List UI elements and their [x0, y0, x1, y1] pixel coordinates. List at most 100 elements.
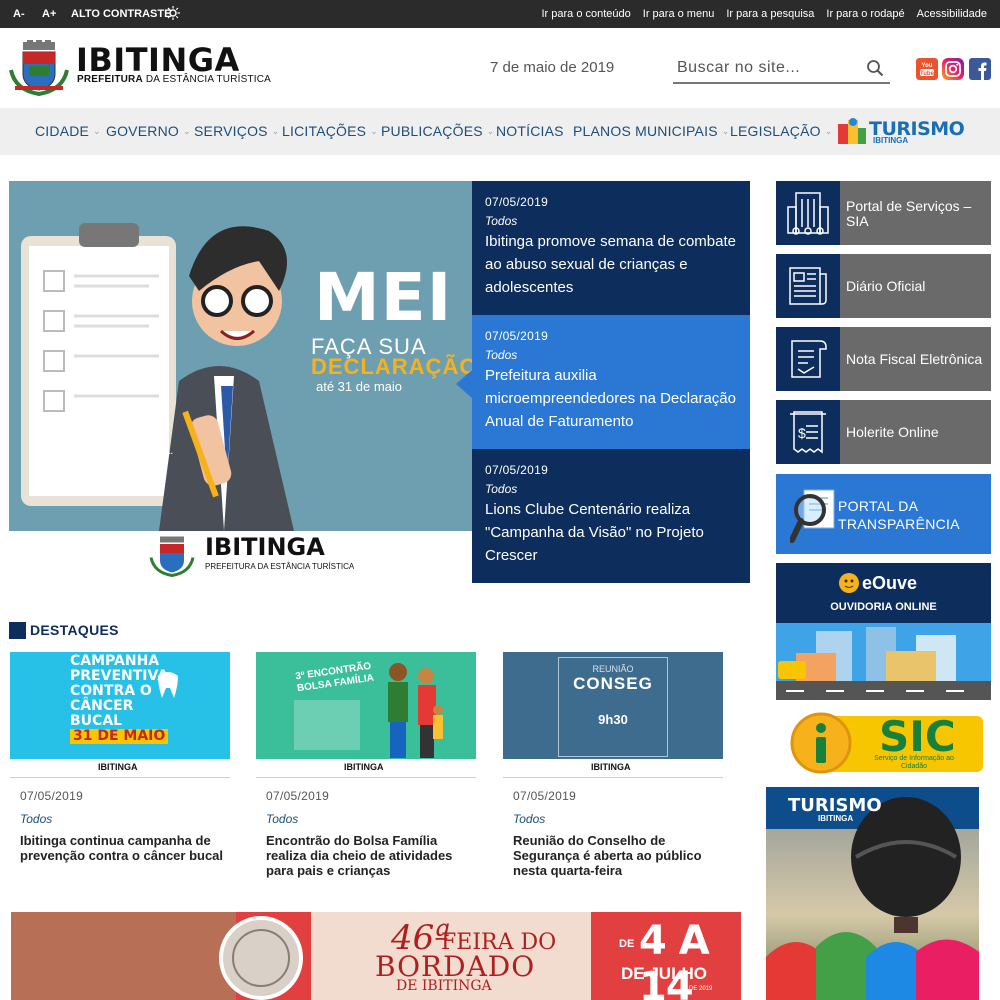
bordado-de: DE [619, 938, 635, 950]
news-category[interactable]: Todos [485, 348, 738, 362]
card-category[interactable]: Todos [513, 812, 545, 826]
service-label: Diário Oficial [846, 278, 926, 294]
news-title[interactable]: Ibitinga promove semana de combate ao ab… [485, 230, 738, 299]
turismo-mascot-icon [838, 118, 866, 144]
newspaper-icon [789, 267, 827, 305]
event-info-box [294, 700, 360, 750]
heading-marker [9, 622, 26, 639]
nav-cidade[interactable]: CIDADE ⌄ [35, 123, 101, 139]
turismo-ad-title: TURISMO [788, 795, 882, 816]
chevron-down-icon: ⌄ [824, 126, 833, 136]
news-category[interactable]: Todos [485, 482, 738, 496]
card-date: 07/05/2019 [513, 789, 577, 803]
embroidery-photo [11, 912, 236, 1000]
skip-to-footer-link[interactable]: Ir para o rodapé [826, 8, 904, 20]
news-item[interactable]: 07/05/2019 Todos Ibitinga promove semana… [472, 181, 750, 315]
skip-to-search-link[interactable]: Ir para a pesquisa [726, 8, 814, 20]
section-title: DESTAQUES [30, 622, 119, 638]
accessibility-link[interactable]: Acessibilidade [917, 8, 987, 20]
card-image-text: 3º ENCONTRÃO BOLSA FAMÍLIA [294, 660, 375, 695]
card-image[interactable]: REUNIÃO CONSEG 9h30 IBITINGA [503, 652, 723, 778]
family-illustration [388, 663, 443, 758]
sic-subtitle: Serviço de Informação ao Cidadão [874, 755, 954, 770]
info-icon [790, 712, 852, 774]
hero-banner[interactable]: MEI FAÇA SUA DECLARAÇÃO até 31 de maio P… [9, 181, 472, 583]
service-diario-oficial[interactable]: Diário Oficial [776, 254, 991, 318]
nav-planos-municipais[interactable]: PLANOS MUNICIPAIS ⌄ [573, 123, 729, 139]
search-box [673, 52, 890, 84]
active-news-pointer [456, 370, 472, 398]
card-image-strip: IBITINGA [256, 759, 476, 777]
portal-transparencia-button[interactable]: PORTAL DA TRANSPARÊNCIA [776, 474, 991, 554]
turismo-ad-banner[interactable]: TURISMO IBITINGA [766, 787, 979, 1000]
instagram-icon[interactable] [942, 58, 964, 80]
site-subtitle: PREFEITURA DA ESTÂNCIA TURÍSTICA [77, 74, 272, 85]
high-contrast-button[interactable]: ALTO CONTRASTE [71, 6, 171, 22]
card-category[interactable]: Todos [266, 812, 298, 826]
search-input[interactable] [677, 56, 857, 80]
card-date: 07/05/2019 [20, 789, 84, 803]
news-date: 07/05/2019 [485, 195, 549, 209]
balloon-illustration [766, 787, 979, 1000]
invoice-icon [791, 340, 827, 378]
site-title[interactable]: IBITINGA [76, 42, 240, 78]
font-increase-button[interactable]: A+ [38, 5, 60, 23]
card-image-text: CAMPANHA PREVENTIVA CONTRA O CÂNCER BUCA… [70, 653, 169, 744]
card-category[interactable]: Todos [20, 812, 52, 826]
news-title[interactable]: Lions Clube Centenário realiza "Campanha… [485, 498, 738, 567]
card-title[interactable]: Reunião do Conselho de Segurança é abert… [513, 833, 723, 878]
nav-noticias[interactable]: NOTÍCIAS [496, 123, 564, 139]
hero-headline: MEI [314, 259, 453, 336]
mei-illustration [21, 223, 294, 531]
news-date: 07/05/2019 [485, 463, 549, 477]
eouve-subtitle: OUVIDORIA ONLINE [830, 601, 937, 613]
sun-icon[interactable] [166, 6, 180, 20]
news-category[interactable]: Todos [485, 214, 738, 228]
news-date: 07/05/2019 [485, 329, 549, 343]
card-image[interactable]: CAMPANHA PREVENTIVA CONTRA O CÂNCER BUCA… [10, 652, 230, 778]
building-icon [787, 192, 829, 235]
chevron-down-icon: ⌄ [271, 126, 280, 136]
skip-to-content-link[interactable]: Ir para o conteúdo [541, 8, 630, 20]
eouve-ouvidoria-banner[interactable]: eOuve OUVIDORIA ONLINE [776, 563, 991, 700]
facebook-icon[interactable] [969, 58, 991, 80]
chevron-down-icon: ⌄ [182, 126, 191, 136]
chevron-down-icon: ⌄ [93, 126, 101, 136]
font-decrease-button[interactable]: A- [9, 5, 29, 23]
youtube-icon[interactable]: You Tube [916, 58, 938, 80]
hero-line-3: até 31 de maio [316, 379, 403, 394]
nav-publicacoes[interactable]: PUBLICAÇÕES ⌄ [381, 123, 495, 139]
card-image-text: REUNIÃO CONSEG 9h30 [558, 657, 668, 757]
city-crest-logo[interactable] [9, 40, 69, 96]
nav-governo[interactable]: GOVERNO ⌄ [106, 123, 191, 139]
card-image[interactable]: 3º ENCONTRÃO BOLSA FAMÍLIA IBITINGA [256, 652, 476, 778]
feira-do-bordado-banner[interactable]: 46ª FEIRA DO BORDADO DE IBITINGA DE 4 A … [11, 912, 741, 1000]
service-holerite-online[interactable]: $ Holerite Online [776, 400, 991, 464]
chevron-down-icon: ⌄ [486, 126, 495, 136]
card-title[interactable]: Ibitinga continua campanha de prevenção … [20, 833, 230, 863]
mascot-icon [839, 573, 859, 593]
card-title[interactable]: Encontrão do Bolsa Família realiza dia c… [266, 833, 476, 878]
nav-legislacao[interactable]: LEGISLAÇÃO ⌄ [730, 123, 832, 139]
skip-links: Ir para o conteúdo Ir para o menu Ir par… [541, 8, 987, 20]
current-date: 7 de maio de 2019 [490, 59, 615, 76]
skip-to-menu-link[interactable]: Ir para o menu [643, 8, 715, 20]
bordado-month: DE JULHO [621, 964, 707, 983]
nav-licitacoes[interactable]: LICITAÇÕES ⌄ [282, 123, 378, 139]
sic-banner[interactable]: SIC Serviço de Informação ao Cidadão [785, 712, 983, 774]
card-date: 07/05/2019 [266, 789, 330, 803]
service-portal-sia[interactable]: Portal de Serviços – SIA [776, 181, 991, 245]
news-item[interactable]: 07/05/2019 Todos Lions Clube Centenário … [472, 449, 750, 583]
search-icon[interactable] [866, 59, 884, 77]
tooth-icon [158, 672, 178, 698]
service-nota-fiscal[interactable]: Nota Fiscal Eletrônica [776, 327, 991, 391]
news-item-active[interactable]: 07/05/2019 Todos Prefeitura auxilia micr… [472, 315, 750, 449]
nav-servicos[interactable]: SERVIÇOS ⌄ [194, 123, 279, 139]
card-image-strip: IBITINGA [10, 759, 230, 777]
turismo-logo[interactable]: TURISMO IBITINGA [836, 116, 966, 148]
svg-text:$: $ [798, 425, 806, 441]
chevron-down-icon: ⌄ [370, 126, 378, 136]
accessibility-bar: A- A+ ALTO CONTRASTE Ir para o conteúdo … [0, 0, 1000, 28]
news-title[interactable]: Prefeitura auxilia microempreendedores n… [485, 364, 738, 433]
hero-footer-subtitle: PREFEITURA DA ESTÂNCIA TURÍSTICA [205, 562, 355, 571]
